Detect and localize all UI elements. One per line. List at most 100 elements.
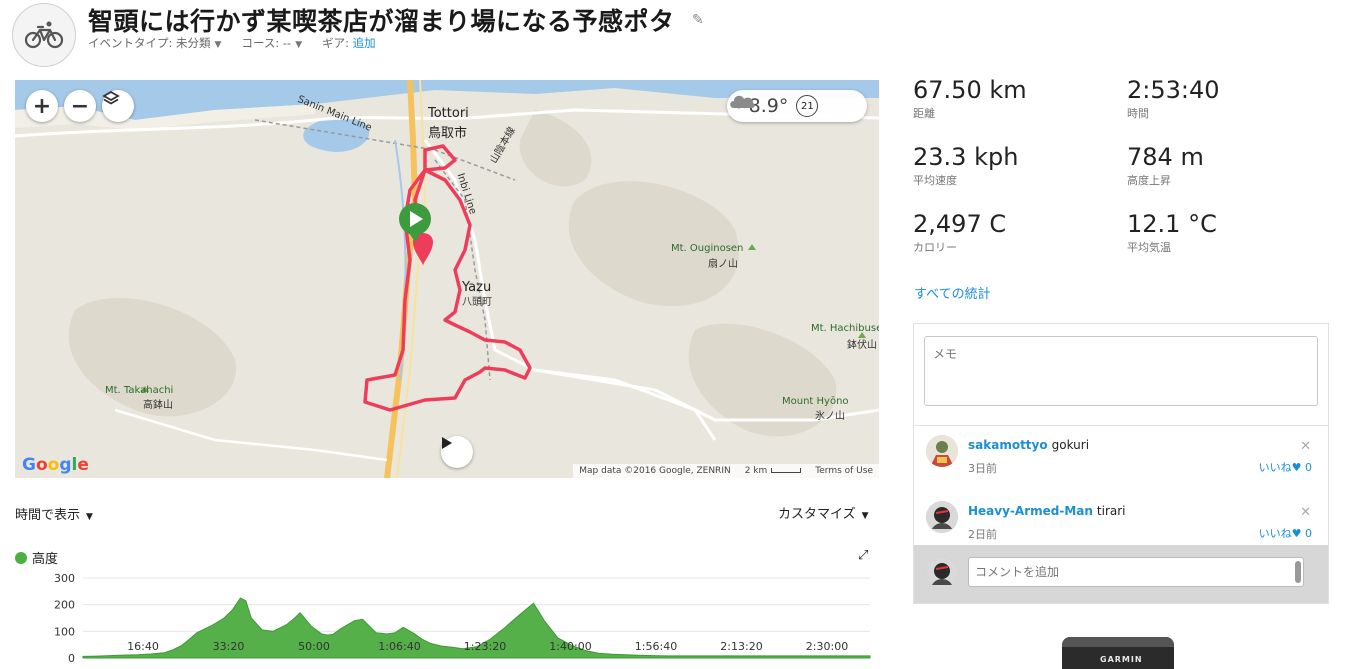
page-title: 智頭には行かず某喫茶店が溜まり場になる予感ポタ	[88, 7, 675, 36]
comment-username[interactable]: sakamottyo	[968, 438, 1048, 452]
legend-dot	[15, 551, 27, 564]
close-icon[interactable]: ✕	[1300, 439, 1311, 454]
gear-field: ギア: 追加	[322, 35, 376, 51]
stat-time: 2:53:40 時間	[1127, 76, 1220, 121]
comment-time: 3日前	[968, 462, 997, 475]
gear-add-link[interactable]: 追加	[353, 36, 376, 50]
like-button[interactable]: いいね♥ 0	[1259, 459, 1312, 475]
map-label: Mt. Takahachi	[105, 385, 174, 396]
zoom-in-button[interactable]: +	[26, 90, 58, 122]
stat-avg-temp: 12.1 °C 平均気温	[1127, 210, 1217, 255]
divider	[914, 425, 1328, 426]
chevron-down-icon: ▼	[861, 511, 869, 521]
map-label: 氷ノ山	[815, 411, 845, 422]
avatar-image	[926, 435, 958, 467]
x-tick-label: 1:40:00	[549, 640, 591, 653]
x-tick-label: 16:40	[127, 640, 159, 653]
stat-value: 23.3 kph	[913, 143, 1019, 171]
course-label: コース: --	[241, 36, 292, 50]
stat-label: 平均気温	[1127, 241, 1171, 254]
scale-bar	[771, 468, 802, 473]
weather-widget[interactable]: ‹ 8.9° 21	[727, 90, 867, 122]
comment-text: gokuri	[1051, 438, 1090, 452]
stat-label: カロリー	[913, 241, 957, 254]
chart-legend: 高度	[15, 548, 58, 567]
y-tick-label: 0	[68, 652, 75, 665]
comment-author[interactable]: sakamottyo gokuri	[968, 438, 1089, 452]
customize-label: カスタマイズ	[778, 507, 856, 522]
chevron-down-icon: ▼	[295, 40, 303, 50]
activity-type-bicycle-icon	[12, 3, 76, 67]
avatar[interactable]	[926, 501, 958, 533]
cloud-icon	[730, 95, 755, 108]
play-route-button[interactable]	[441, 436, 473, 468]
comment-username[interactable]: Heavy-Armed-Man	[968, 504, 1093, 518]
map-label: Tottori	[428, 106, 469, 121]
x-tick-label: 1:56:40	[635, 640, 677, 653]
elevation-chart: 0 100 200 300 16:40 33:20 50:00 1:06:40 1:23:20 1…	[54, 572, 871, 665]
stat-avg-speed: 23.3 kph 平均速度	[913, 143, 1018, 188]
stat-value: 2:53:40	[1127, 76, 1220, 104]
stat-distance: 67.50 km 距離	[913, 76, 1027, 121]
comment-item: Heavy-Armed-Man tirari 2日前 ✕ いいね♥ 0	[914, 493, 1328, 553]
avatar-image	[926, 501, 958, 533]
device-brand: GARMIN	[1100, 655, 1143, 664]
comment-author[interactable]: Heavy-Armed-Man tirari	[968, 504, 1126, 518]
route-map[interactable]: Tottori 鳥取市 Sanin Main Line 山陰本線 Inbi Li…	[15, 80, 879, 478]
stat-calories: 2,497 C カロリー	[913, 210, 1006, 255]
stat-value: 67.50 km	[913, 76, 1027, 104]
zoom-out-button[interactable]: −	[64, 90, 96, 122]
stat-value: 784 m	[1127, 143, 1204, 171]
x-tick-label: 2:13:20	[720, 640, 762, 653]
avatar-image	[926, 557, 958, 589]
map-label: 八頭町	[462, 297, 492, 308]
map-label: 鉢伏山	[847, 340, 877, 351]
all-stats-link[interactable]: すべての統計	[914, 283, 991, 302]
x-tick-label: 2:30:00	[806, 640, 848, 653]
map-label: Mount Hyōno	[782, 396, 849, 407]
comment-text: tirari	[1096, 504, 1126, 518]
device-image: GARMIN	[1062, 637, 1174, 669]
customize-dropdown[interactable]: カスタマイズ ▼	[778, 503, 869, 522]
device-bezel	[1062, 637, 1174, 647]
time-axis-dropdown[interactable]: 時間で表示 ▼	[15, 504, 93, 523]
y-tick-label: 200	[54, 599, 75, 612]
expand-icon[interactable]: ⤢	[858, 548, 868, 563]
y-tick-label: 300	[54, 572, 75, 585]
comment-time: 2日前	[968, 528, 997, 541]
map-scale-label: 2 km	[744, 466, 768, 476]
terms-link[interactable]: Terms of Use	[815, 466, 873, 476]
stat-label: 距離	[913, 107, 935, 120]
play-icon	[442, 437, 452, 449]
gear-label: ギア:	[322, 36, 350, 50]
google-logo: Google	[22, 455, 89, 475]
add-comment-row	[914, 545, 1328, 603]
avatar[interactable]	[926, 435, 958, 467]
add-comment-input[interactable]	[968, 557, 1304, 587]
x-tick-label: 1:23:20	[464, 640, 506, 653]
stat-elevation-gain: 784 m 高度上昇	[1127, 143, 1204, 188]
scrollbar[interactable]	[1295, 561, 1301, 583]
close-icon[interactable]: ✕	[1300, 505, 1311, 520]
wind-speed-badge: 21	[796, 95, 819, 117]
chevron-down-icon: ▼	[86, 512, 93, 522]
legend-label: 高度	[32, 552, 59, 567]
x-tick-label: 33:20	[213, 640, 245, 653]
y-tick-label: 100	[54, 625, 75, 638]
map-label: Mt. Hachibuse	[811, 323, 879, 334]
chevron-down-icon: ▼	[214, 40, 222, 50]
course-dropdown[interactable]: コース: -- ▼	[241, 35, 302, 51]
event-type-label: イベントタイプ: 未分類	[88, 36, 211, 50]
like-button[interactable]: いいね♥ 0	[1259, 525, 1312, 541]
pencil-icon[interactable]: ✎	[692, 12, 704, 28]
activity-meta: イベントタイプ: 未分類 ▼ コース: -- ▼ ギア: 追加	[88, 35, 376, 51]
map-label: 扇ノ山	[708, 259, 738, 270]
map-scale: 2 km	[745, 466, 802, 476]
comment-item: sakamottyo gokuri 3日前 ✕ いいね♥ 0	[914, 427, 1328, 487]
x-tick-label: 50:00	[298, 640, 330, 653]
stat-value: 12.1 °C	[1127, 210, 1217, 238]
layers-button[interactable]	[102, 90, 134, 122]
x-tick-label: 1:06:40	[378, 640, 420, 653]
memo-field[interactable]	[924, 336, 1318, 406]
event-type-dropdown[interactable]: イベントタイプ: 未分類 ▼	[88, 35, 221, 51]
